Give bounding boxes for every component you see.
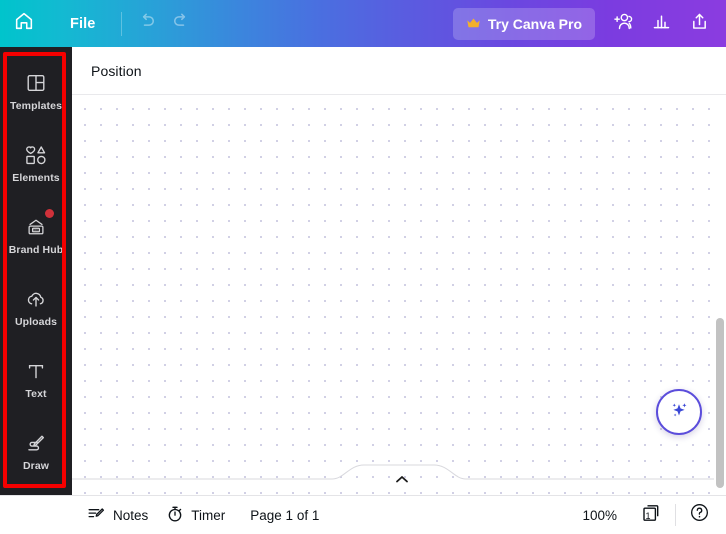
- timer-button[interactable]: Timer: [157, 501, 234, 529]
- undo-icon: [137, 11, 157, 36]
- analytics-button[interactable]: [643, 6, 679, 42]
- zoom-level-button[interactable]: 100%: [572, 508, 627, 523]
- text-icon: [23, 358, 49, 384]
- add-collaborator-button[interactable]: [605, 6, 641, 42]
- header-divider: [121, 11, 123, 36]
- sidebar-item-draw[interactable]: Draw: [0, 415, 72, 487]
- canva-editor-window: File Try Canva Pro Templates Elements CO…: [0, 0, 726, 534]
- elements-icon: [23, 142, 49, 168]
- page-manager-button[interactable]: 1: [635, 501, 667, 529]
- crown-icon: [466, 17, 481, 30]
- share-upload-icon: [689, 11, 710, 37]
- home-button[interactable]: [0, 0, 48, 47]
- canvas-scrollbar-thumb[interactable]: [716, 318, 724, 488]
- file-menu-button[interactable]: File: [58, 10, 107, 38]
- sidebar-item-label: Uploads: [14, 316, 58, 328]
- magic-sparkles-icon: [667, 398, 691, 427]
- sidebar-item-uploads[interactable]: Uploads: [0, 271, 72, 343]
- sidebar-item-label: Brand Hub: [8, 244, 64, 256]
- page-indicator: Page 1 of 1: [250, 507, 320, 523]
- design-canvas-area[interactable]: [72, 95, 726, 495]
- expand-panel-button[interactable]: [392, 474, 412, 486]
- timer-icon: [166, 505, 184, 526]
- sidebar-item-templates[interactable]: Templates: [0, 55, 72, 127]
- notes-label: Notes: [113, 507, 149, 523]
- sidebar-item-brand-hub[interactable]: CO. Brand Hub: [0, 199, 72, 271]
- left-sidebar: Templates Elements CO. Brand Hub Uploads…: [0, 47, 72, 495]
- timer-label: Timer: [191, 507, 226, 523]
- page-count-number: 1: [645, 511, 651, 521]
- magic-studio-button[interactable]: [656, 389, 702, 435]
- sidebar-item-projects[interactable]: Projects: [0, 487, 72, 495]
- notes-icon: [87, 505, 106, 526]
- chevron-up-icon: [395, 471, 409, 489]
- svg-text:CO.: CO.: [33, 228, 38, 232]
- notes-button[interactable]: Notes: [78, 501, 157, 529]
- sidebar-item-text[interactable]: Text: [0, 343, 72, 415]
- canvas-dot-grid: [72, 95, 726, 495]
- bottom-toolbar-divider: [675, 504, 676, 526]
- try-canva-pro-button[interactable]: Try Canva Pro: [452, 7, 595, 40]
- redo-icon: [171, 11, 191, 36]
- notification-badge: [45, 209, 54, 218]
- undo-button[interactable]: [130, 7, 164, 41]
- brand-hub-icon: CO.: [23, 209, 54, 240]
- uploads-icon: [23, 286, 49, 312]
- sidebar-item-label: Elements: [12, 172, 60, 184]
- add-collaborator-icon: [612, 11, 635, 37]
- sidebar-item-label: Draw: [22, 460, 50, 472]
- header-actions: [605, 6, 717, 42]
- templates-icon: [23, 70, 49, 96]
- position-button[interactable]: Position: [91, 63, 142, 79]
- sidebar-items-list: Templates Elements CO. Brand Hub Uploads…: [0, 47, 72, 495]
- redo-button[interactable]: [164, 7, 198, 41]
- draw-icon: [23, 430, 49, 456]
- try-canva-pro-label: Try Canva Pro: [487, 15, 582, 32]
- position-toolbar: Position: [72, 47, 726, 95]
- canvas-scrollbar-track[interactable]: [714, 95, 726, 495]
- top-header-bar: File Try Canva Pro: [0, 0, 726, 47]
- analytics-bar-chart-icon: [651, 11, 672, 37]
- home-icon: [13, 10, 35, 37]
- bottom-toolbar: Notes Timer Page 1 of 1 100% 1: [0, 495, 726, 534]
- sidebar-item-label: Templates: [9, 100, 63, 112]
- help-question-icon: [689, 502, 710, 528]
- sidebar-item-label: Text: [25, 388, 47, 400]
- sidebar-item-elements[interactable]: Elements: [0, 127, 72, 199]
- help-button[interactable]: [684, 500, 714, 530]
- share-button[interactable]: [681, 6, 717, 42]
